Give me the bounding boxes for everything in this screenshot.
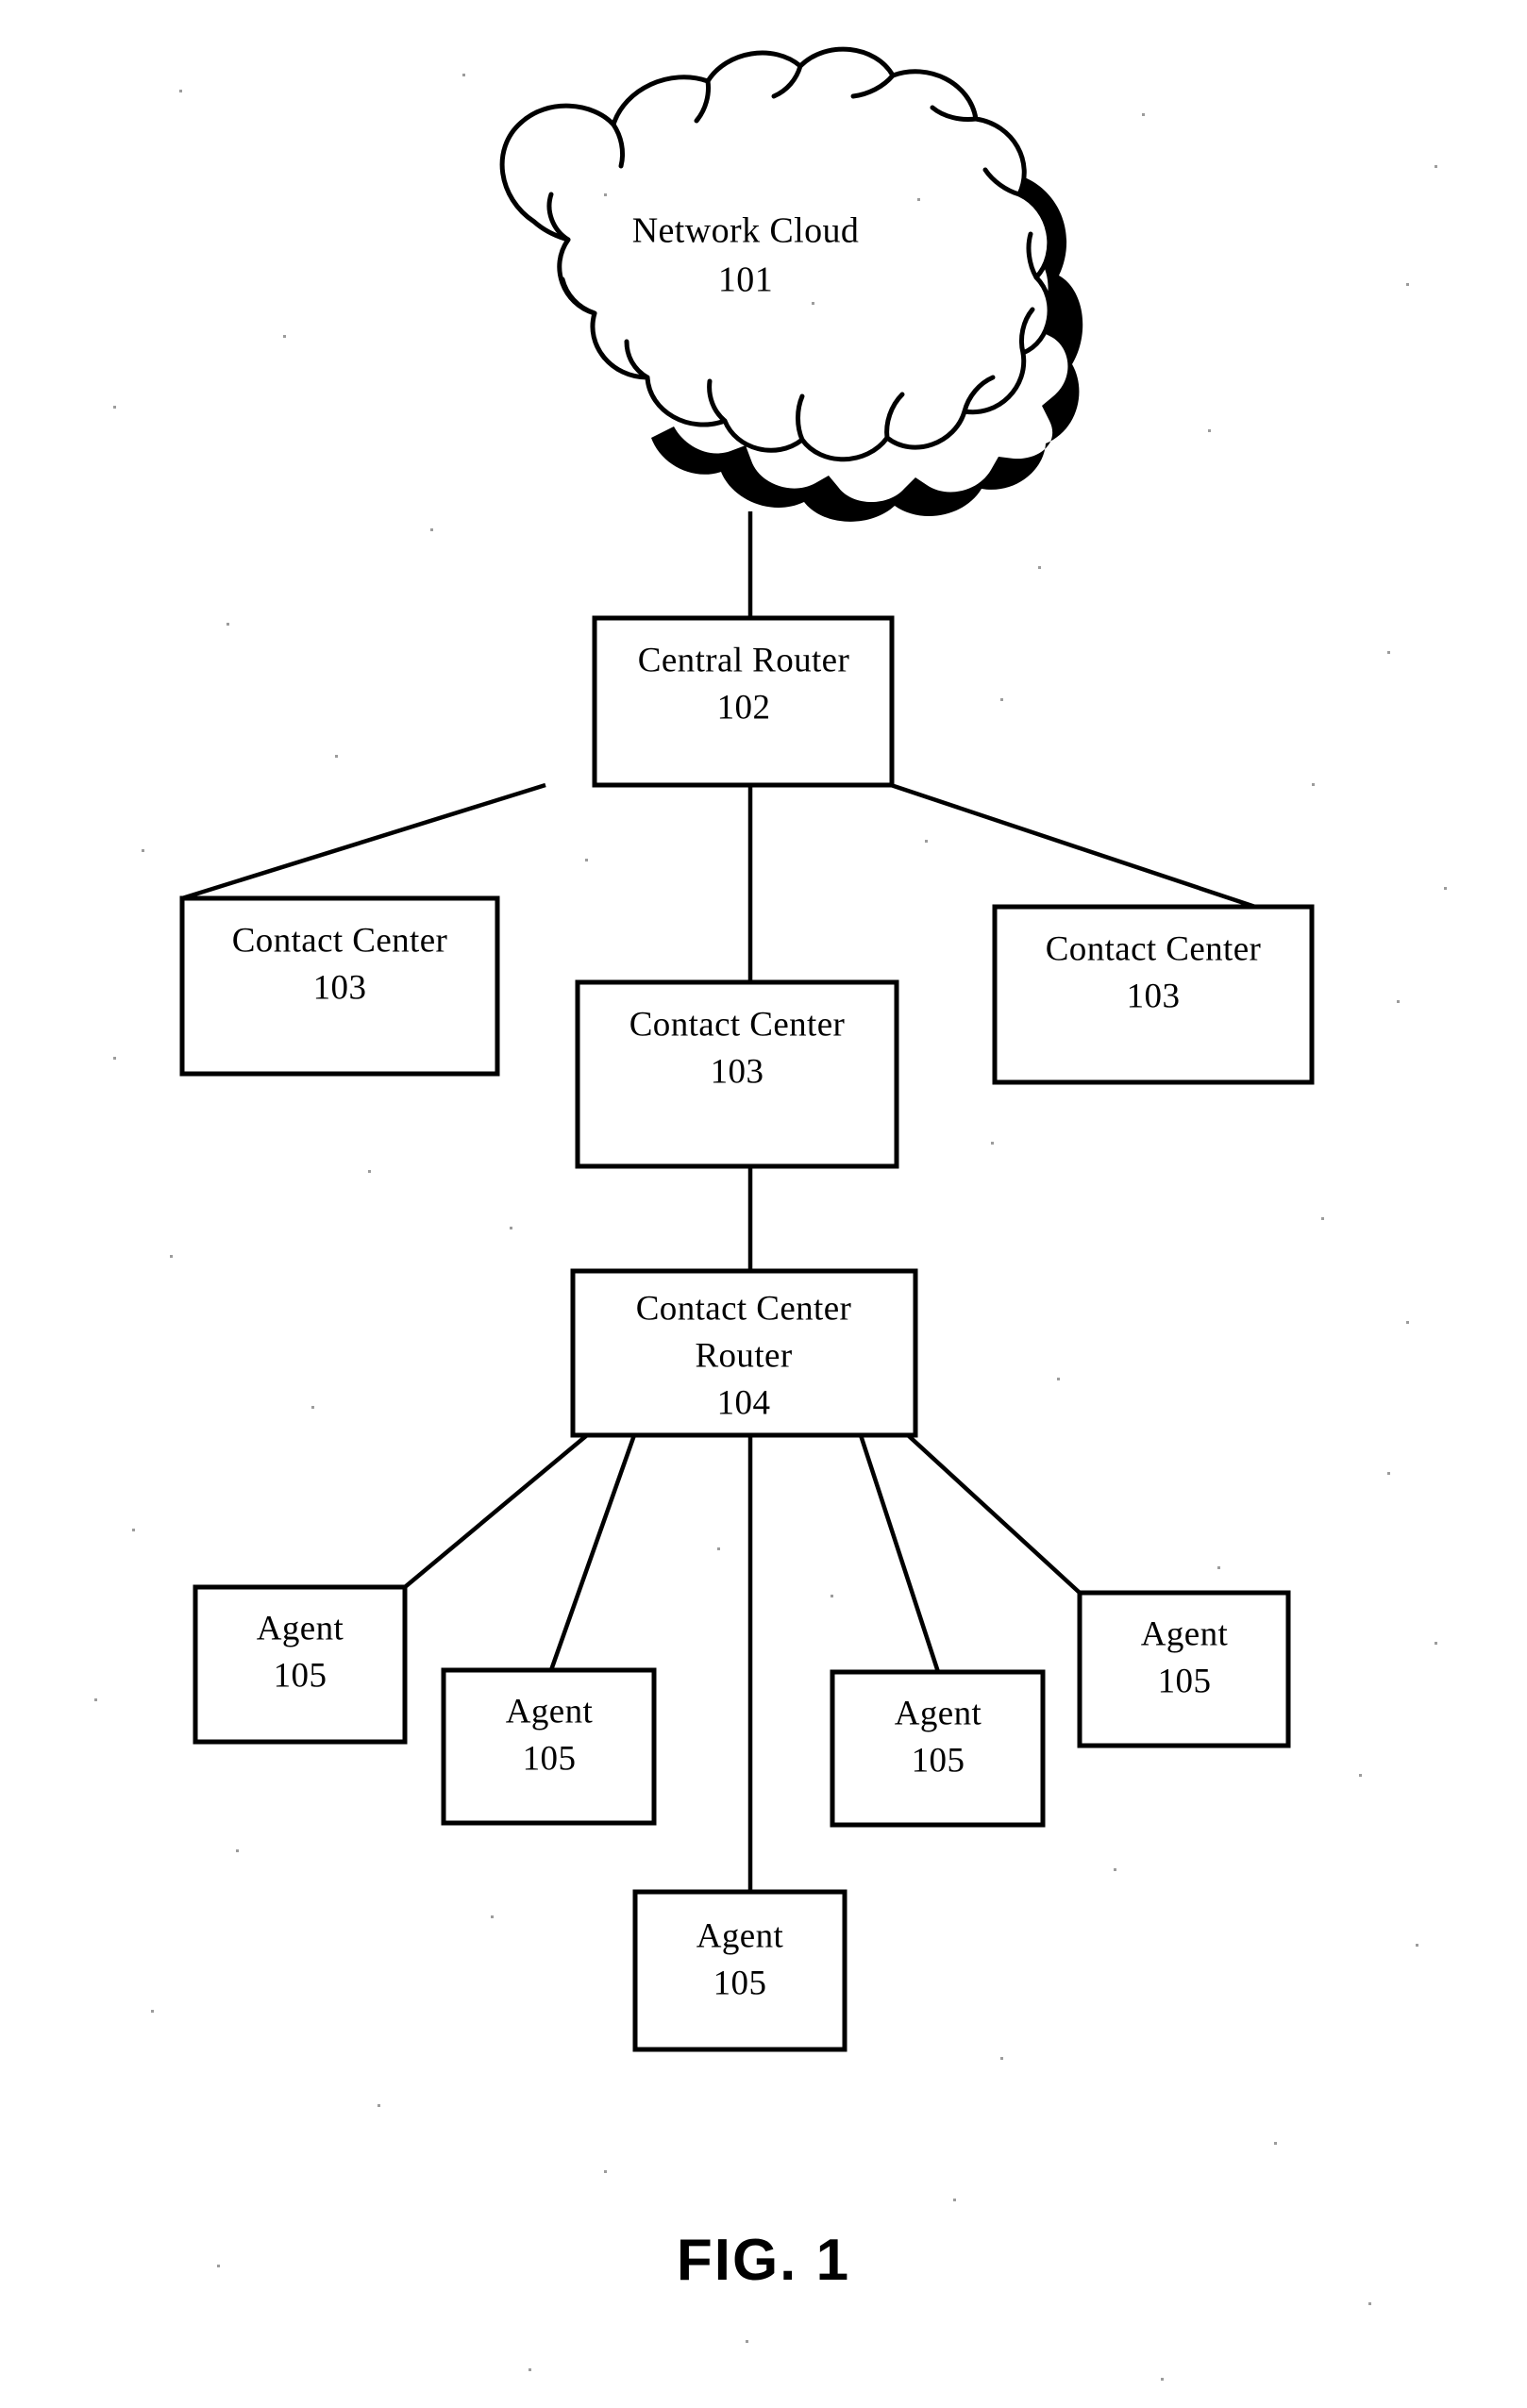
contact-center-middle-node: Contact Center 103 [575,979,899,1169]
contact-center-left-title: Contact Center [232,921,448,960]
contact-center-middle-numeral: 103 [711,1052,764,1091]
agent-1-numeral: 105 [274,1656,327,1695]
agent-3-numeral: 105 [713,1964,767,2002]
central-router-numeral: 102 [717,688,771,727]
contact-center-router-node: Contact Center Router 104 [570,1268,918,1438]
contact-center-right-node: Contact Center 103 [992,904,1315,1085]
agent-4-node: Agent 105 [830,1669,1046,1828]
agent-2-node: Agent 105 [441,1667,657,1826]
agent-3-title: Agent [696,1916,784,1955]
network-cloud-title: Network Cloud [632,211,860,251]
contact-center-router-title-line2: Router [695,1336,792,1375]
agent-5-title: Agent [1141,1614,1229,1653]
agent-2-numeral: 105 [523,1739,577,1778]
connector-router-to-agent-1 [403,1433,589,1589]
agent-2-title: Agent [506,1692,594,1731]
figure-canvas: Network Cloud 101 Central Router 102 Con… [94,46,1447,2381]
patent-figure: Network Cloud 101 Central Router 102 Con… [0,0,1527,2408]
agent-1-node: Agent 105 [193,1584,408,1745]
agent-5-numeral: 105 [1158,1662,1212,1700]
contact-center-left-numeral: 103 [313,968,367,1007]
connector-central-router-to-contact-center-left [181,782,546,901]
connector-central-router-to-contact-center-right [890,782,1256,910]
figure-caption: FIG. 1 [676,2228,851,2293]
network-cloud-numeral: 101 [718,260,773,300]
contact-center-right-title: Contact Center [1046,929,1262,968]
connector-router-to-agent-2 [548,1434,637,1671]
central-router-node: Central Router 102 [592,615,895,788]
network-cloud-node: Network Cloud 101 [499,46,1083,522]
contact-center-right-numeral: 103 [1127,977,1181,1015]
contact-center-middle-title: Contact Center [629,1005,846,1044]
cloud-outline [499,46,1052,462]
connector-router-to-agent-4 [858,1434,941,1673]
agent-1-title: Agent [257,1609,344,1647]
agent-5-node: Agent 105 [1077,1590,1291,1748]
agent-4-numeral: 105 [912,1741,965,1780]
contact-center-router-title-line1: Contact Center [636,1289,852,1328]
connector-router-to-agent-5 [906,1433,1082,1595]
agent-3-node: Agent 105 [632,1889,847,2052]
contact-center-router-numeral: 104 [717,1383,771,1422]
central-router-title: Central Router [638,641,849,679]
agent-4-title: Agent [895,1694,982,1732]
contact-center-left-node: Contact Center 103 [179,895,500,1077]
